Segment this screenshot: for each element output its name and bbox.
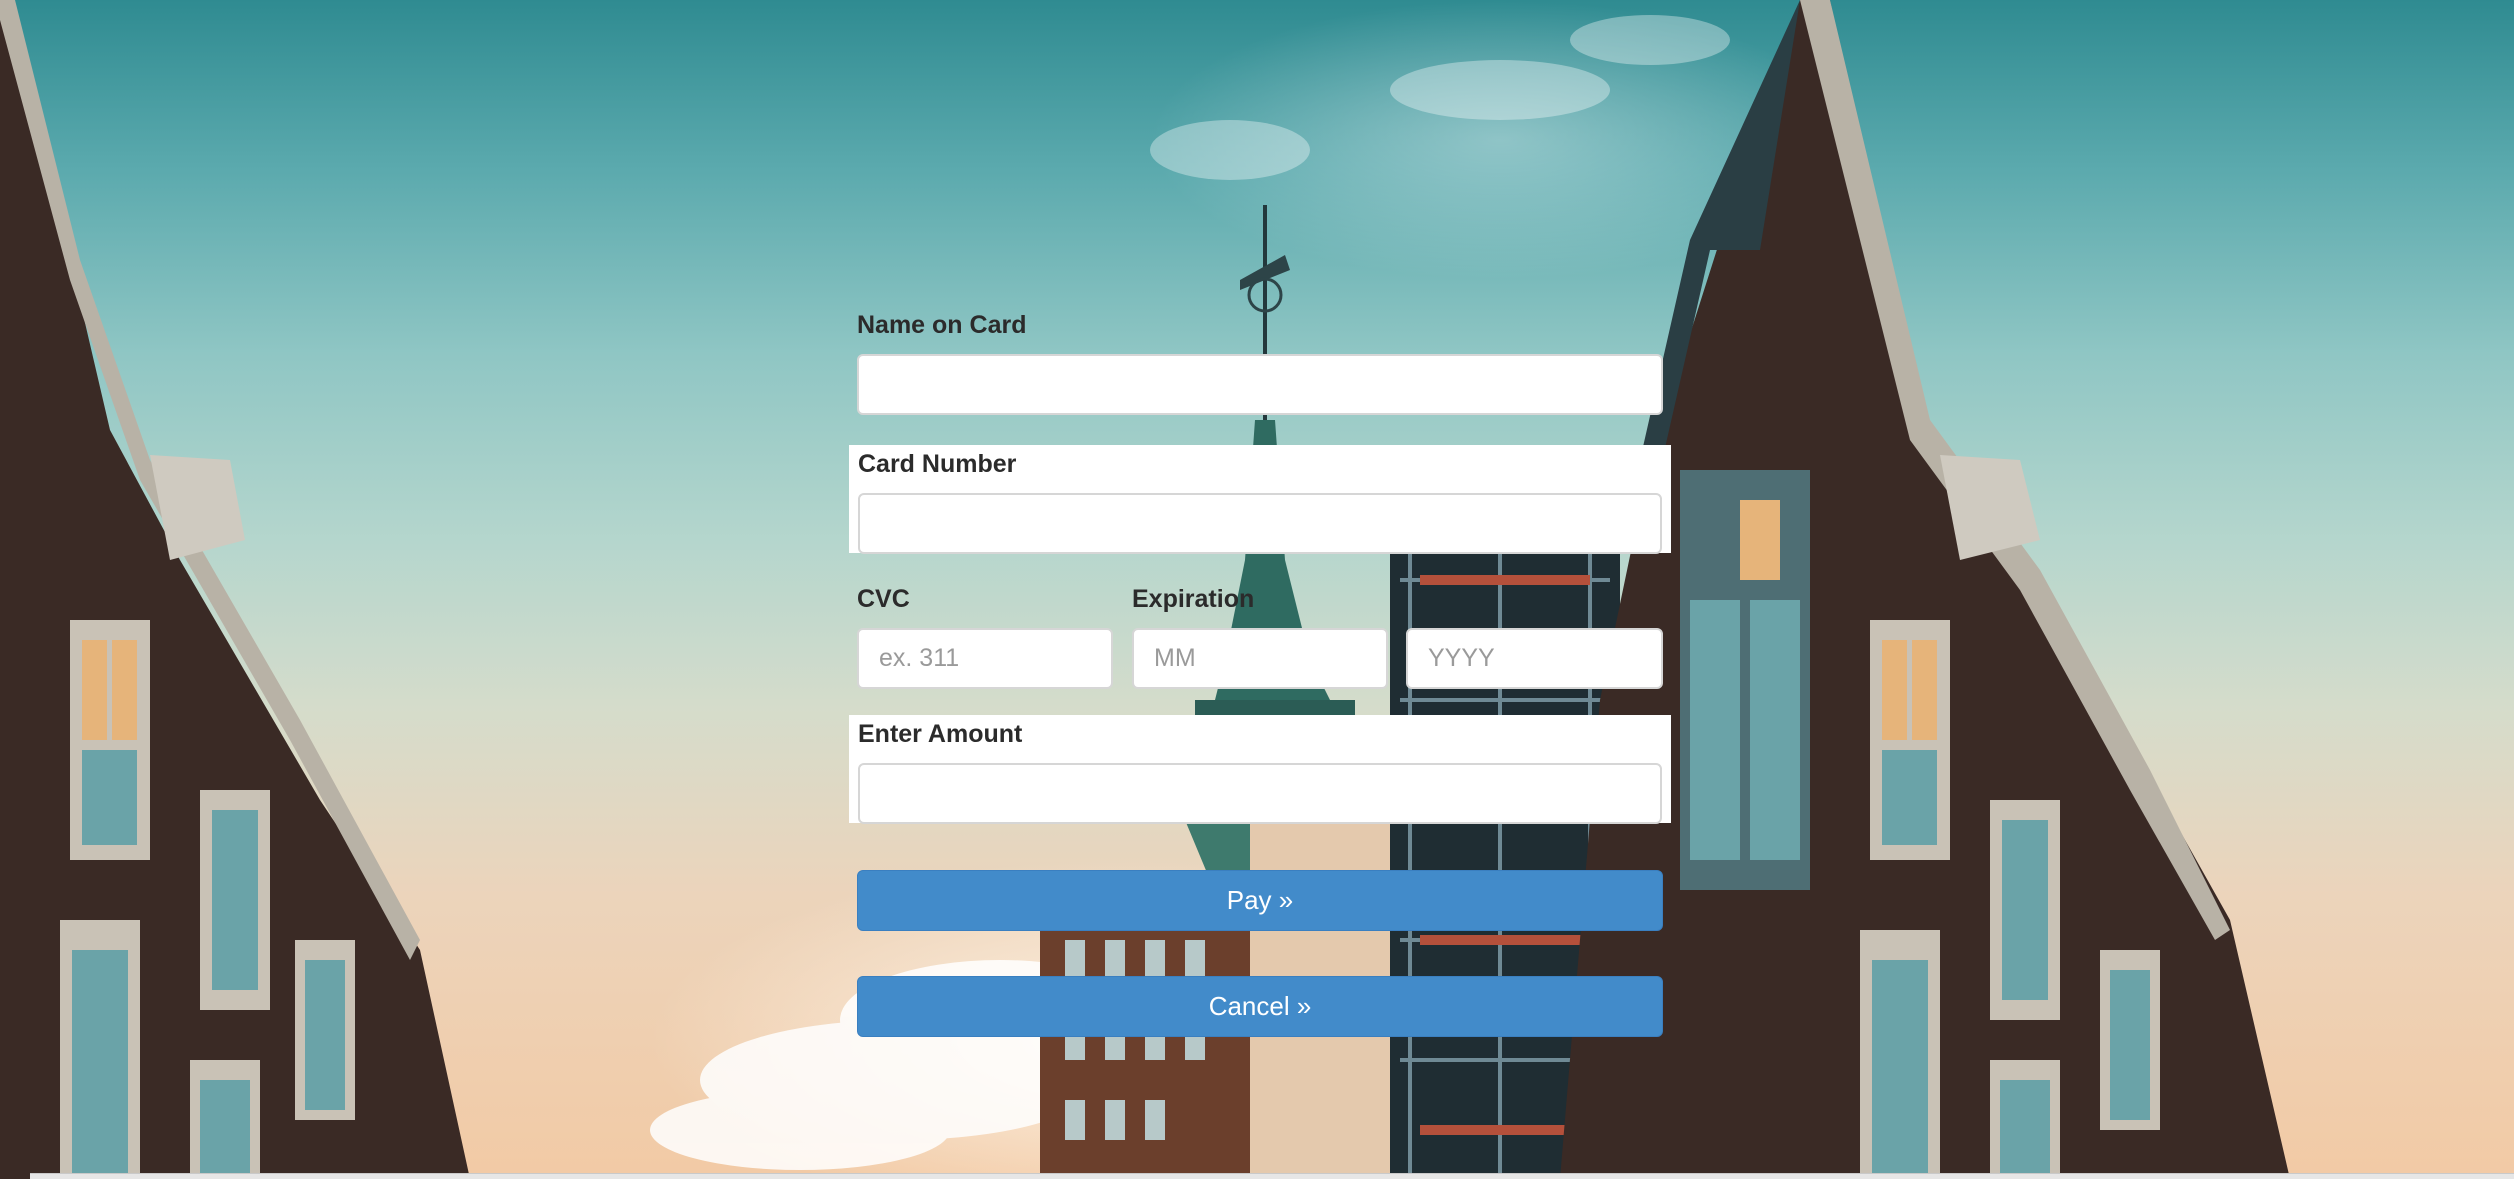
name-on-card-label: Name on Card — [857, 311, 1027, 339]
amount-group: Enter Amount — [849, 715, 1671, 824]
cvc-group: CVC — [857, 584, 1113, 689]
horizontal-scrollbar[interactable] — [30, 1173, 2514, 1179]
card-number-label: Card Number — [858, 450, 1017, 478]
pay-button[interactable]: Pay » — [857, 870, 1663, 931]
cvc-label: CVC — [857, 585, 910, 613]
expiration-year-input[interactable] — [1406, 628, 1663, 689]
card-number-input[interactable] — [858, 493, 1662, 554]
cancel-button[interactable]: Cancel » — [857, 976, 1663, 1037]
amount-label: Enter Amount — [858, 720, 1023, 748]
expiration-group: Expiration — [1132, 584, 1663, 689]
name-on-card-input[interactable] — [857, 354, 1663, 415]
cvc-input[interactable] — [857, 628, 1113, 689]
expiration-month-input[interactable] — [1132, 628, 1388, 689]
name-on-card-group: Name on Card — [857, 310, 1663, 415]
amount-input[interactable] — [858, 763, 1662, 824]
card-number-group: Card Number — [849, 445, 1671, 554]
expiration-label: Expiration — [1132, 585, 1255, 613]
